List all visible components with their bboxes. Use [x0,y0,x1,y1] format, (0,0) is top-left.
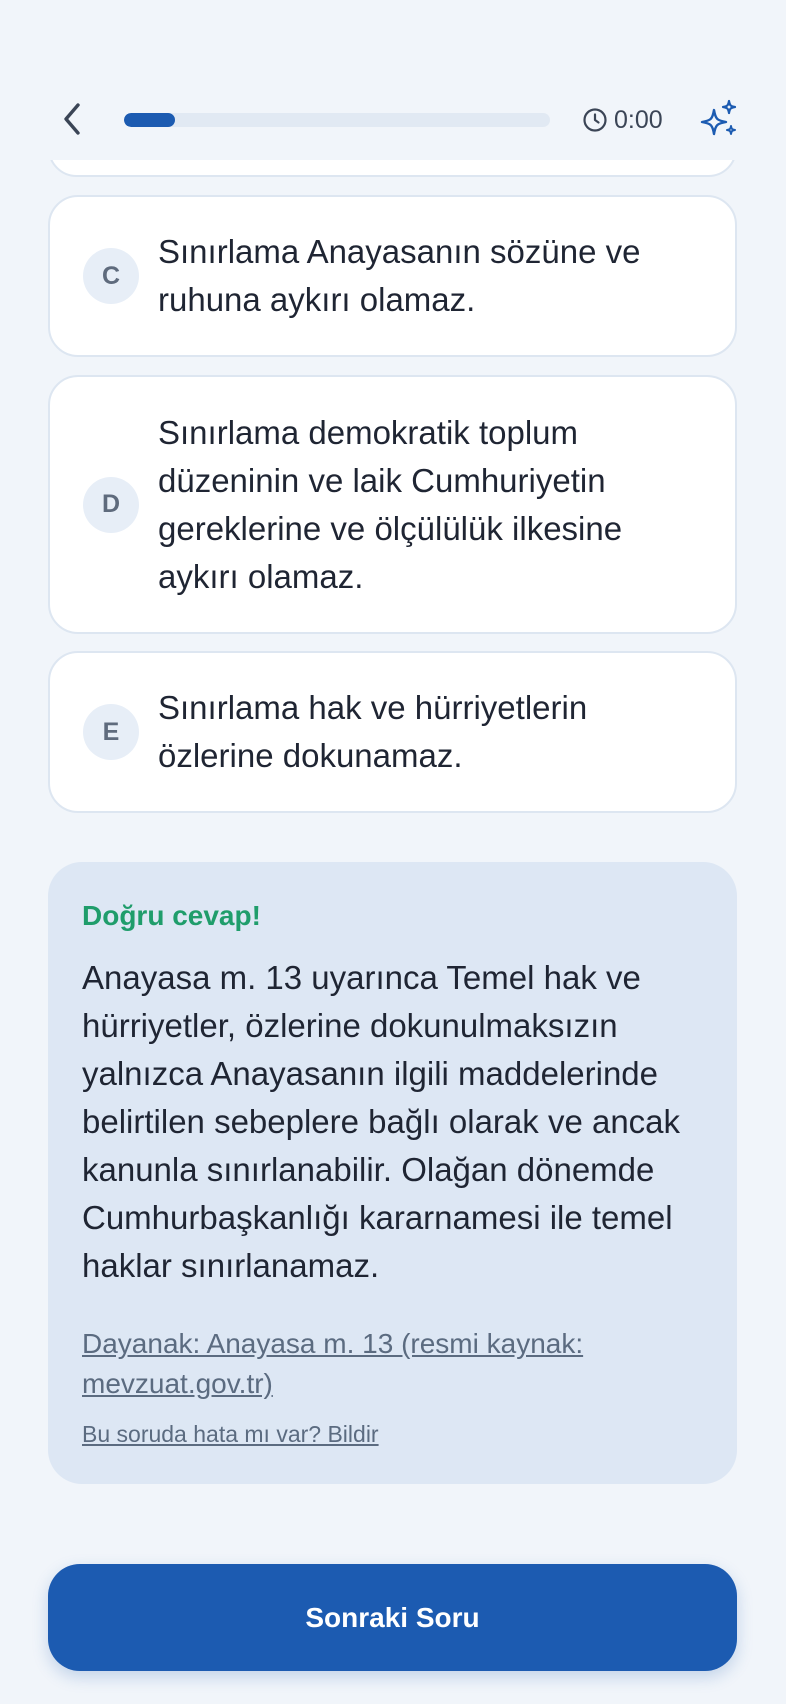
option-letter-badge: D [83,476,139,533]
option-text: Sınırlama demokratik toplum düzeninin ve… [158,413,623,595]
option-e[interactable]: E Sınırlama hak ve hürriyetlerin özlerin… [48,651,737,813]
report-error-link[interactable]: Bu soruda hata mı var? Bildir [82,1418,379,1450]
answer-feedback-panel: Doğru cevap! Anayasa m. 13 uyarınca Teme… [48,862,737,1484]
progress-fill [124,113,176,127]
source-link[interactable]: Dayanak: Anayasa m. 13 (resmi kaynak: me… [82,1324,642,1404]
back-button[interactable] [52,98,92,140]
chevron-left-icon [64,103,80,135]
option-c[interactable]: C Sınırlama Anayasanın sözüne ve ruhuna … [48,195,737,357]
option-text: Sınırlama hak ve hürriyetlerin özlerine … [158,689,588,774]
option-letter-badge: E [83,704,139,760]
timer: 0:00 [582,100,663,140]
progress-bar [124,113,550,127]
feedback-title: Doğru cevap! [82,900,261,931]
quiz-screen: C Sınırlama Anayasanın sözüne ve ruhuna … [0,0,786,1704]
option-d[interactable]: D Sınırlama demokratik toplum düzeninin … [48,375,737,634]
option-text: Sınırlama Anayasanın sözüne ve ruhuna ay… [158,233,641,318]
option-letter-badge: C [83,248,139,304]
clock-icon [582,107,608,133]
quiz-header: 0:00 [0,0,786,160]
timer-value: 0:00 [614,105,663,134]
next-question-button[interactable]: Sonraki Soru [48,1564,737,1671]
ai-assist-button[interactable] [694,96,742,144]
sparkles-icon [700,99,737,136]
feedback-explanation: Anayasa m. 13 uyarınca Temel hak ve hürr… [82,959,681,1284]
